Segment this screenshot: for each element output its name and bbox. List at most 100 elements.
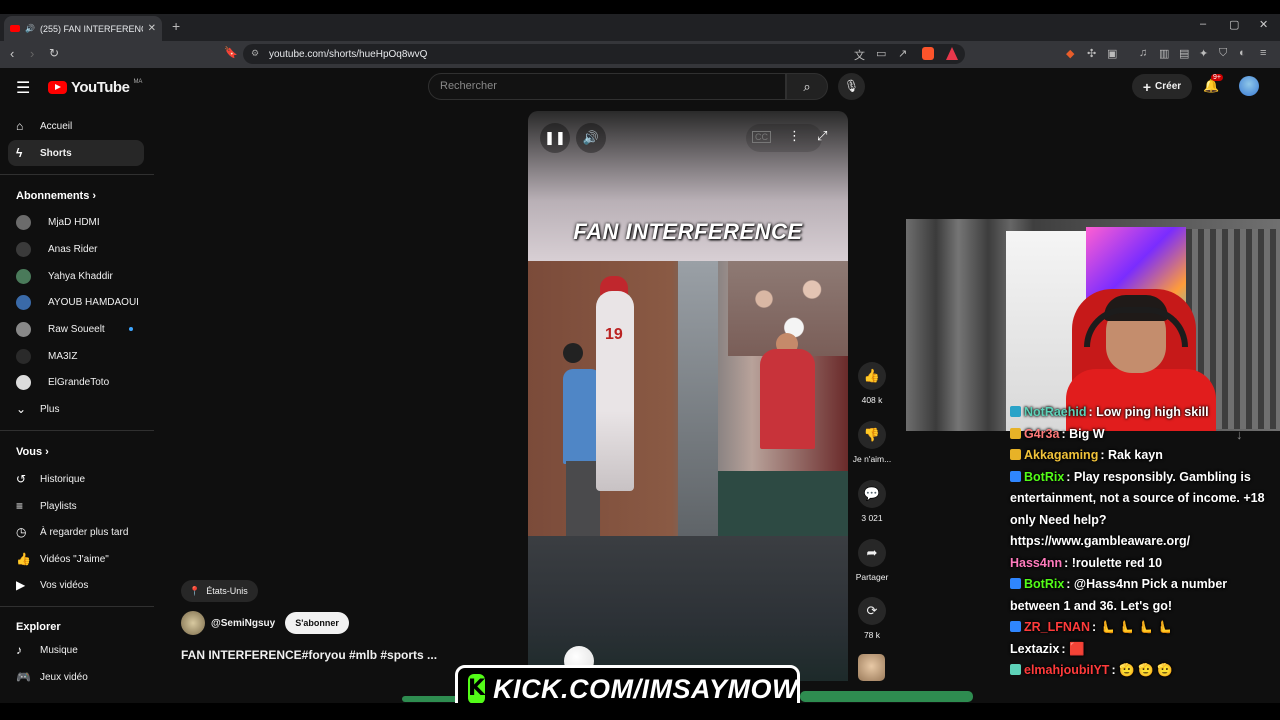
remix-button[interactable]: ⟳ 78 k xyxy=(852,597,892,640)
back-icon[interactable]: ‹ xyxy=(10,46,14,61)
playlist-icon: ≡ xyxy=(16,499,24,513)
extension-fox-icon[interactable]: ◆ xyxy=(1066,47,1074,60)
gamepad-icon: 🎮 xyxy=(16,670,31,684)
comments-button[interactable]: 💬 3 021 xyxy=(852,480,892,523)
sidebar-item-accueil[interactable]: ⌂ Accueil xyxy=(8,113,144,139)
channel-row: @SemiNgsuy S'abonner xyxy=(181,611,349,635)
dislike-button[interactable]: 👎 Je n'aim... xyxy=(852,421,892,464)
sidebar-item-playlists[interactable]: ≡ Playlists xyxy=(8,493,144,519)
sidebar-item-historique[interactable]: ↺ Historique xyxy=(8,466,144,492)
channel-handle[interactable]: @SemiNgsuy xyxy=(211,618,275,629)
sidebar-channel-item[interactable]: ElGrandeToto xyxy=(8,369,144,395)
fullscreen-icon[interactable]: ⤢ xyxy=(817,128,827,144)
notifications-button[interactable]: 🔔 9+ xyxy=(1203,74,1223,94)
you-title[interactable]: Vous › xyxy=(16,446,49,458)
location-chip[interactable]: 📍 États-Unis xyxy=(181,580,258,602)
sidebar-item-gaming[interactable]: 🎮 Jeux vidéo xyxy=(8,664,144,690)
streamer-webcam-overlay xyxy=(906,219,1280,431)
chat-badge-icon xyxy=(1010,470,1021,482)
channel-avatar xyxy=(16,241,31,257)
chat-text: : 🫡 🫡 🫡 xyxy=(1111,663,1173,677)
leo-ai-icon[interactable]: ✦ xyxy=(1199,47,1208,60)
sidebar-item-label: Playlists xyxy=(40,500,77,512)
channel-avatar[interactable] xyxy=(181,611,205,635)
kick-url-text: KICK.COM/IMSAYMOW xyxy=(493,673,799,704)
pause-button[interactable]: ❚❚ xyxy=(540,123,570,153)
share-button[interactable]: ➦ Partager xyxy=(852,539,892,582)
media-icon[interactable]: ♫ xyxy=(1139,47,1147,59)
thumbs-up-icon: 👍 xyxy=(858,362,886,390)
video-dugout xyxy=(718,471,848,536)
sidebar-channel-item[interactable]: Yahya Khaddir xyxy=(8,263,144,289)
chat-badge-icon xyxy=(1010,449,1021,460)
site-info-icon[interactable]: ⚙ xyxy=(251,48,259,59)
kick-logo-icon: K xyxy=(468,674,486,704)
wallet-icon[interactable]: ▤ xyxy=(1179,47,1189,60)
tab-close-icon[interactable]: ✕ xyxy=(148,23,156,34)
sidebar-item-musique[interactable]: ♪ Musique xyxy=(8,637,144,663)
short-title[interactable]: FAN INTERFERENCE#foryou #mlb #sports ... xyxy=(181,648,437,662)
sidebar-item-label: Vidéos "J'aime" xyxy=(40,553,109,565)
cast-icon[interactable]: ▭ xyxy=(876,47,886,60)
more-options-icon[interactable]: ⋮ xyxy=(788,128,801,144)
translate-icon[interactable]: 文 xyxy=(854,47,865,63)
plus-icon: + xyxy=(1142,78,1152,95)
like-count: 408 k xyxy=(861,395,883,405)
subscriptions-title[interactable]: Abonnements › xyxy=(16,190,96,202)
account-avatar[interactable] xyxy=(1239,76,1259,96)
chat-username: G4r3a xyxy=(1024,426,1060,441)
volume-button[interactable]: 🔊 xyxy=(576,123,606,153)
chat-badge-icon xyxy=(1010,664,1021,675)
comment-count: 3 021 xyxy=(861,513,883,523)
chat-username: Hass4nn xyxy=(1010,555,1063,570)
brave-shields-icon[interactable] xyxy=(922,47,934,60)
share-icon[interactable]: ↗ xyxy=(898,47,907,60)
sidebar-toggle-icon[interactable]: ▥ xyxy=(1159,47,1169,60)
sidebar-channel-item[interactable]: MA3IZ xyxy=(8,343,144,369)
audio-icon: 🔊 xyxy=(25,24,35,33)
create-button[interactable]: + Créer xyxy=(1132,74,1192,99)
extensions-puzzle-icon[interactable]: ✣ xyxy=(1087,47,1096,60)
vpn-shield-icon[interactable]: ⛉ xyxy=(1219,47,1227,60)
captions-icon[interactable]: CC xyxy=(752,131,771,143)
sidebar-item-plus[interactable]: ⌄ Plus xyxy=(8,396,144,422)
theme-icon[interactable]: ◐ xyxy=(1239,47,1246,59)
sidebar-item-watch-later[interactable]: ◷ À regarder plus tard xyxy=(8,519,144,545)
sidebar-divider xyxy=(0,606,154,607)
video-umpire-head xyxy=(563,343,583,363)
sidebar-item-liked-videos[interactable]: 👍 Vidéos "J'aime" xyxy=(8,546,144,572)
extension-box-icon[interactable]: ▣ xyxy=(1107,47,1117,60)
sidebar-channel-item[interactable]: Raw Soueelt xyxy=(8,316,144,342)
voice-search-button[interactable]: 🎙 xyxy=(838,73,865,100)
chat-message: BotRix: Play responsibly. Gambling is en… xyxy=(1010,467,1280,553)
sidebar-item-your-videos[interactable]: ▶ Vos vidéos xyxy=(8,572,144,598)
sidebar-item-shorts[interactable]: ϟ Shorts xyxy=(8,140,144,166)
sound-thumbnail[interactable] xyxy=(858,654,885,681)
sidebar-channel-item[interactable]: AYOUB HAMDAOUI xyxy=(8,289,144,315)
video-icon: ▶ xyxy=(16,578,26,592)
forward-icon[interactable]: › xyxy=(30,46,34,61)
notifications-badge: 9+ xyxy=(1211,74,1223,81)
chat-username: elmahjoubiIYT xyxy=(1024,663,1110,677)
sidebar-channel-item[interactable]: MjaD HDMI xyxy=(8,209,144,235)
reload-icon[interactable]: ↻ xyxy=(49,46,59,60)
remix-icon: ⟳ xyxy=(858,597,886,625)
share-arrow-icon: ➦ xyxy=(858,539,886,567)
like-button[interactable]: 👍 408 k xyxy=(852,362,892,405)
sidebar-channel-item[interactable]: Anas Rider xyxy=(8,236,144,262)
short-video-player[interactable]: FAN INTERFERENCE 19 xyxy=(528,111,848,681)
search-button[interactable]: ⌕ xyxy=(786,73,828,100)
search-input[interactable]: Rechercher xyxy=(428,73,786,100)
bookmark-icon[interactable]: 🔖 xyxy=(224,46,238,59)
browser-tab[interactable]: 🔊 (255) FAN INTERFERENCE#foryou ✕ xyxy=(4,16,162,41)
close-window-button[interactable]: ✕ xyxy=(1259,18,1268,31)
hamburger-menu-icon[interactable]: ☰ xyxy=(16,78,30,98)
youtube-logo[interactable]: YouTube MA xyxy=(48,79,142,96)
subscribe-button[interactable]: S'abonner xyxy=(285,612,349,634)
minimize-button[interactable]: – xyxy=(1200,18,1206,30)
maximize-button[interactable]: ▢ xyxy=(1229,18,1239,31)
video-wall xyxy=(678,261,718,536)
channel-name: MjaD HDMI xyxy=(48,216,100,228)
menu-icon[interactable]: ≡ xyxy=(1260,47,1266,59)
new-tab-button[interactable]: + xyxy=(172,18,180,34)
